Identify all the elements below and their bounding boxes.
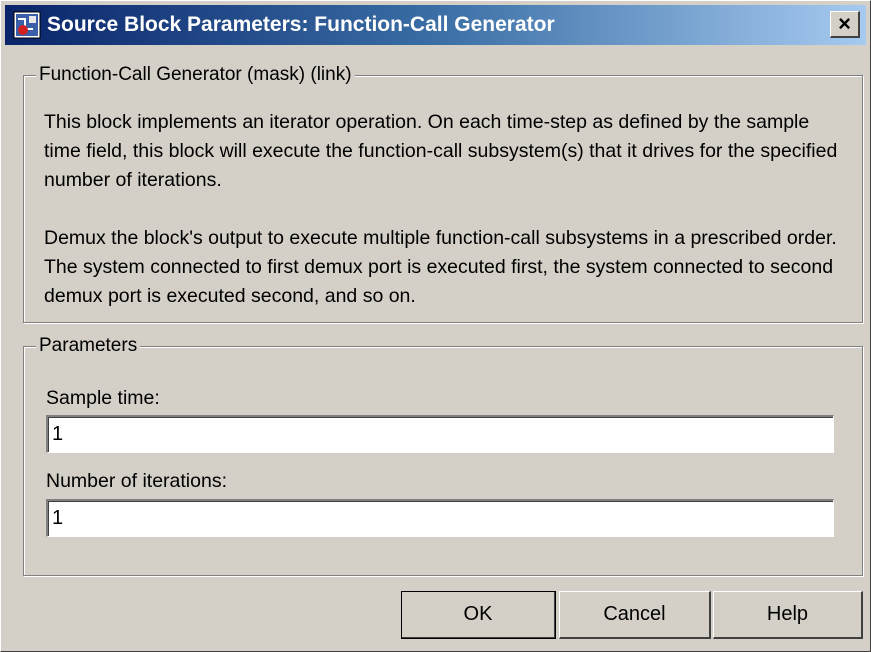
sample-time-label: Sample time: — [46, 387, 160, 409]
ok-button[interactable]: OK — [401, 591, 556, 639]
dialog-window: Source Block Parameters: Function-Call G… — [0, 0, 871, 652]
parameters-group-legend: Parameters — [36, 335, 141, 357]
help-button[interactable]: Help — [713, 591, 863, 639]
close-button[interactable]: × — [830, 11, 860, 38]
mask-group-legend: Function-Call Generator (mask) (link) — [36, 64, 355, 86]
sample-time-input[interactable] — [46, 415, 834, 453]
description-paragraph-2: Demux the block's output to execute mult… — [44, 227, 837, 307]
close-icon: × — [838, 11, 851, 36]
mask-description-group: Function-Call Generator (mask) (link) Th… — [23, 64, 863, 323]
iterations-label: Number of iterations: — [46, 470, 227, 492]
description-paragraph-1: This block implements an iterator operat… — [44, 111, 838, 191]
parameters-group: Parameters Sample time: Number of iterat… — [23, 335, 863, 576]
title-bar[interactable]: Source Block Parameters: Function-Call G… — [5, 5, 866, 45]
simulink-block-icon — [13, 11, 41, 39]
window-title: Source Block Parameters: Function-Call G… — [47, 13, 555, 36]
iterations-input[interactable] — [46, 499, 834, 537]
cancel-button[interactable]: Cancel — [559, 591, 711, 639]
